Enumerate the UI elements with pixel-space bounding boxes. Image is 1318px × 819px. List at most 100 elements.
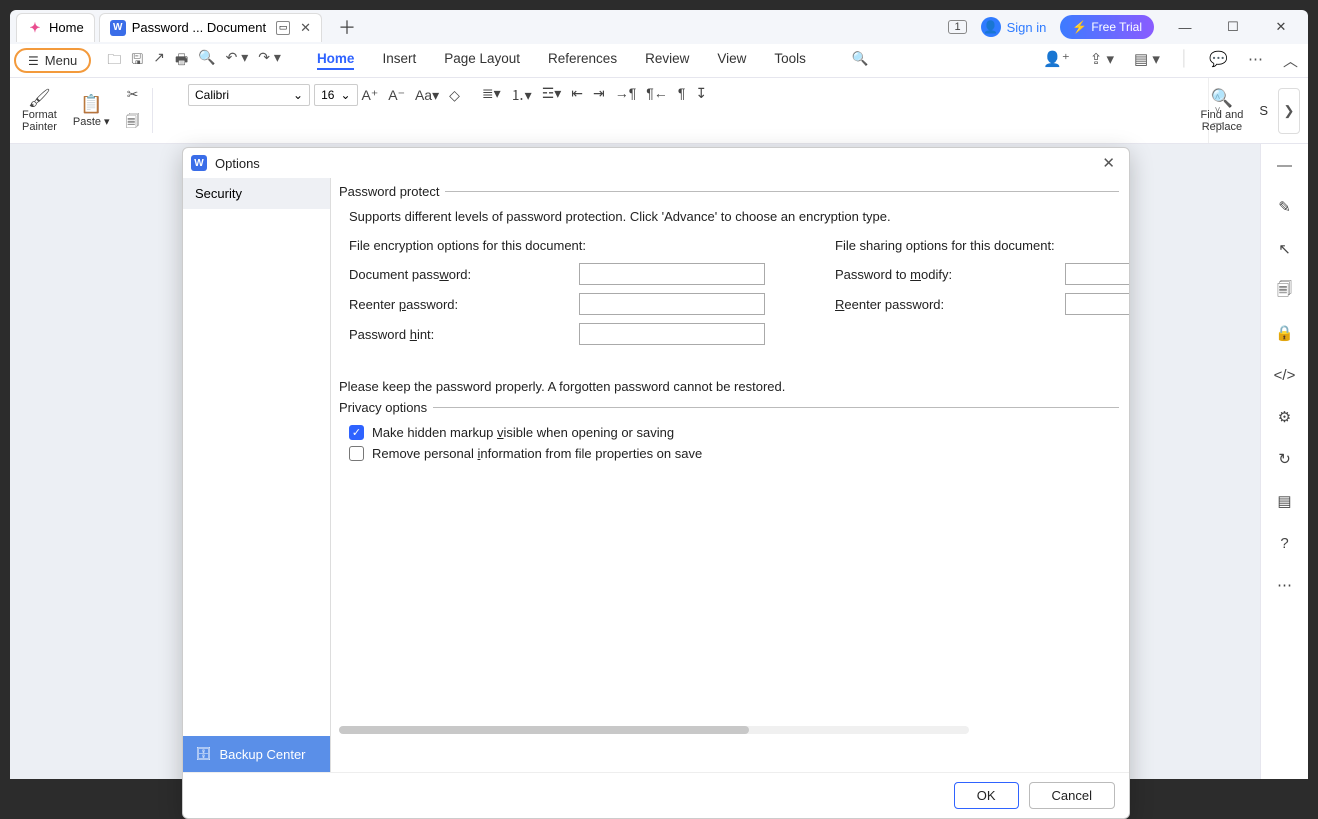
share-icon[interactable]: ↗	[153, 49, 165, 73]
checkbox-icon	[349, 446, 364, 461]
free-trial-label: Free Trial	[1091, 20, 1142, 34]
input-reenter-password[interactable]	[579, 293, 765, 315]
paste-button[interactable]: 📋 Paste ▾	[67, 82, 116, 139]
checkbox-hidden-markup-label: Make hidden markup visible when opening …	[372, 425, 674, 440]
side-more-icon[interactable]: ⋯	[1274, 574, 1296, 596]
print-icon[interactable]: 🖶	[175, 49, 188, 73]
comments-icon[interactable]: 💬	[1209, 50, 1228, 71]
backup-center-button[interactable]: 🗄 Backup Center	[183, 736, 330, 772]
sign-in-button[interactable]: 👤 Sign in	[981, 17, 1047, 37]
ribbon-tab-tools[interactable]: Tools	[774, 51, 806, 70]
bullet-list-icon[interactable]: ≣▾	[482, 85, 501, 105]
checkbox-hidden-markup[interactable]: ✓ Make hidden markup visible when openin…	[349, 425, 1119, 440]
format-painter-label: Format Painter	[22, 109, 57, 133]
decrease-font-icon[interactable]: A⁻	[388, 87, 405, 104]
redo-icon[interactable]: ↷ ▾	[258, 49, 281, 73]
sort-icon[interactable]: ↧	[695, 85, 707, 105]
ribbon-tab-page-layout[interactable]: Page Layout	[444, 51, 520, 70]
checkbox-remove-personal-info[interactable]: Remove personal information from file pr…	[349, 446, 1119, 461]
font-size-combo[interactable]: 16 ⌄	[314, 84, 357, 106]
ribbon-tab-references[interactable]: References	[548, 51, 617, 70]
ribbon-content: 🖌 Format Painter 📋 Paste ▾ ✂ 🗐 Calibri ⌄…	[10, 78, 1308, 144]
format-painter-button[interactable]: 🖌 Format Painter	[16, 82, 63, 139]
print-preview-icon[interactable]: 🔍	[198, 49, 215, 73]
decrease-indent-icon[interactable]: ⇤	[571, 85, 583, 105]
side-lock-icon[interactable]: 🔒	[1274, 322, 1296, 344]
window-index-badge[interactable]: 1	[948, 20, 966, 34]
window-close-button[interactable]: ✕	[1264, 19, 1298, 35]
window-maximize-button[interactable]: ☐	[1216, 19, 1250, 35]
label-document-password: Document password:	[349, 267, 569, 282]
user-settings-icon[interactable]: 👤⁺	[1043, 50, 1070, 71]
search-icon[interactable]: 🔍	[852, 51, 869, 70]
increase-indent-icon[interactable]: ⇥	[593, 85, 605, 105]
dialog-title-label: Options	[215, 156, 260, 171]
word-doc-icon: W	[191, 155, 207, 171]
label-password-hint: Password hint:	[349, 327, 569, 342]
ribbon-tab-home[interactable]: Home	[317, 51, 355, 70]
page-setup-icon[interactable]: ▤ ▾	[1134, 50, 1160, 71]
change-case-icon[interactable]: Aa▾	[415, 87, 439, 104]
tab-document[interactable]: W Password ... Document ▭ ✕	[99, 13, 322, 42]
input-reenter-modify[interactable]	[1065, 293, 1129, 315]
input-document-password[interactable]	[579, 263, 765, 285]
ribbon-tab-view[interactable]: View	[717, 51, 746, 70]
side-clipboard-icon[interactable]: 🗐	[1274, 280, 1296, 302]
more-icon[interactable]: ⋯	[1248, 50, 1263, 71]
cancel-button[interactable]: Cancel	[1029, 782, 1115, 809]
window-overflow-icon[interactable]: ▭	[276, 21, 290, 35]
horizontal-scrollbar[interactable]	[339, 726, 969, 736]
paste-label: Paste	[73, 116, 101, 128]
undo-icon[interactable]: ↶ ▾	[226, 49, 249, 73]
side-hide-icon[interactable]: —	[1274, 154, 1296, 176]
show-marks-icon[interactable]: ¶	[678, 85, 686, 105]
group-password-protect: Password protect	[339, 184, 1119, 199]
chevron-down-icon: ⌄	[340, 88, 350, 102]
ribbon-scroll-right[interactable]: ❯	[1278, 88, 1300, 134]
password-desc: Supports different levels of password pr…	[349, 209, 1119, 224]
copy-icon[interactable]: 🗐	[126, 111, 140, 135]
collapse-ribbon-icon[interactable]: ︿	[1283, 50, 1298, 71]
ltr-icon[interactable]: →¶	[615, 85, 637, 105]
increase-font-icon[interactable]: A⁺	[362, 87, 379, 104]
document-surface[interactable]: recover it for you. So, make sure to mak…	[10, 144, 1260, 779]
side-edit-icon[interactable]: ✎	[1274, 196, 1296, 218]
find-replace-button[interactable]: 🔍 Find and Replace	[1195, 88, 1250, 133]
font-name-combo[interactable]: Calibri ⌄	[188, 84, 310, 106]
tab-doc-label: Password ... Document	[132, 20, 266, 35]
nav-item-security[interactable]: Security	[183, 178, 330, 209]
side-settings-icon[interactable]: ⚙	[1274, 406, 1296, 428]
input-password-modify[interactable]	[1065, 263, 1129, 285]
tab-close-icon[interactable]: ✕	[300, 20, 311, 36]
word-doc-icon: W	[110, 20, 126, 36]
checkbox-remove-personal-label: Remove personal information from file pr…	[372, 446, 702, 461]
multilevel-list-icon[interactable]: ☲▾	[542, 85, 562, 105]
menu-button[interactable]: ☰ Menu	[14, 48, 91, 73]
side-outline-icon[interactable]: ▤	[1274, 490, 1296, 512]
format-painter-icon: 🖌	[28, 88, 51, 109]
window-minimize-button[interactable]: —	[1168, 20, 1202, 35]
free-trial-button[interactable]: ⚡ Free Trial	[1060, 15, 1154, 39]
new-tab-button[interactable]: ＋	[338, 14, 356, 40]
side-select-icon[interactable]: ↖	[1274, 238, 1296, 260]
sharing-header: File sharing options for this document:	[835, 238, 1129, 253]
sharing-column: File sharing options for this document: …	[825, 238, 1129, 353]
open-icon[interactable]: 🗀	[107, 49, 121, 73]
tab-home[interactable]: ✦ Home	[16, 13, 95, 42]
rtl-icon[interactable]: ¶←	[646, 85, 668, 105]
export-icon[interactable]: ⇪ ▾	[1090, 50, 1114, 71]
cut-icon[interactable]: ✂	[127, 86, 139, 103]
side-history-icon[interactable]: ↻	[1274, 448, 1296, 470]
clear-formatting-icon[interactable]: ◇	[449, 87, 460, 104]
input-password-hint[interactable]	[579, 323, 765, 345]
save-icon[interactable]: 🖫	[131, 49, 143, 73]
side-code-icon[interactable]: </>	[1274, 364, 1296, 386]
menu-label: Menu	[45, 53, 78, 68]
ribbon-tab-review[interactable]: Review	[645, 51, 689, 70]
side-help-icon[interactable]: ?	[1274, 532, 1296, 554]
ribbon-tab-insert[interactable]: Insert	[382, 51, 416, 70]
dialog-close-button[interactable]: ✕	[1096, 152, 1121, 174]
number-list-icon[interactable]: ⒈▾	[511, 85, 532, 105]
dialog-nav: Security 🗄 Backup Center	[183, 178, 331, 772]
ok-button[interactable]: OK	[954, 782, 1019, 809]
